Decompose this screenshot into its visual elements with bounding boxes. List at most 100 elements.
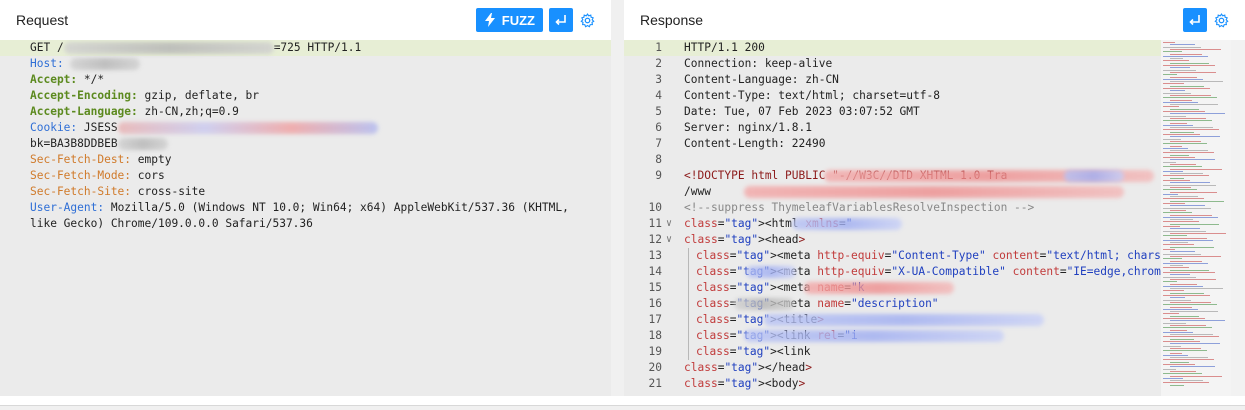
line-number: 5 xyxy=(655,105,662,118)
minimap-line xyxy=(1163,350,1207,352)
code-text: class="tag"><body> xyxy=(684,377,806,390)
minimap-line xyxy=(1163,55,1208,57)
minimap-line xyxy=(1163,281,1177,283)
minimap-line xyxy=(1163,101,1198,103)
header-value: like Gecko) Chrome/109.0.0.0 Safari/537.… xyxy=(30,217,313,230)
minimap-line xyxy=(1163,157,1195,158)
minimap-line xyxy=(1170,196,1198,198)
header-name: Accept: xyxy=(30,73,78,86)
minimap-line xyxy=(1170,246,1214,248)
enter-icon xyxy=(555,15,566,26)
minimap-line xyxy=(1170,347,1201,349)
request-actions: FUZZ xyxy=(475,8,595,32)
minimap-line xyxy=(1170,85,1204,87)
response-line: 16 class="tag"><meta name="description" xyxy=(624,296,1161,312)
minimap-line xyxy=(1163,106,1179,108)
line-number: 3 xyxy=(655,73,662,86)
minimap-line xyxy=(1170,384,1184,386)
minimap-line xyxy=(1170,278,1216,280)
minimap-line xyxy=(1170,370,1196,372)
minimap-line xyxy=(1163,235,1187,237)
redacted-region xyxy=(746,266,796,278)
line-number: 15 xyxy=(648,281,662,294)
line-number: 1 xyxy=(655,41,662,54)
code-text: class="tag"><link xyxy=(696,345,811,358)
minimap-line xyxy=(1163,359,1214,361)
minimap-line xyxy=(1170,311,1218,313)
minimap-line xyxy=(1163,304,1217,306)
response-line: 21 class="tag"><body> xyxy=(624,376,1161,392)
line-number: 13 xyxy=(648,249,662,262)
minimap-line xyxy=(1163,193,1178,195)
fuzz-label: FUZZ xyxy=(501,12,535,28)
minimap-line xyxy=(1163,180,1190,181)
minimap-line xyxy=(1170,58,1183,60)
indent-guide xyxy=(688,312,689,328)
fold-chevron-icon[interactable]: ∨ xyxy=(666,216,678,232)
code-text: Server: nginx/1.8.1 xyxy=(684,121,812,134)
response-line: 3 Content-Language: zh-CN xyxy=(624,72,1161,88)
request-editor[interactable]: GET / =725 HTTP/1.1 Host: Accept: */* Accep… xyxy=(0,40,611,396)
gear-icon xyxy=(579,12,595,28)
send-button[interactable] xyxy=(549,8,573,32)
line-number: 2 xyxy=(655,57,662,70)
minimap-line xyxy=(1170,320,1225,322)
minimap-line xyxy=(1170,301,1211,303)
minimap-line xyxy=(1163,83,1184,85)
response-editor[interactable]: 1 HTTP/1.1 200 2 Connection: keep-alive 3 Con… xyxy=(624,40,1245,396)
minimap-line xyxy=(1170,375,1222,377)
minimap-line xyxy=(1170,113,1225,115)
minimap-line xyxy=(1163,65,1215,66)
minimap-line xyxy=(1170,366,1215,368)
header-value: cors xyxy=(131,169,165,182)
minimap-line xyxy=(1170,94,1211,96)
line-number: 16 xyxy=(648,297,662,310)
response-line: 13 class="tag"><meta http-equiv="Content-… xyxy=(624,248,1235,264)
response-lines: 1 HTTP/1.1 200 2 Connection: keep-alive 3 Con… xyxy=(624,40,1235,392)
header-value: Mozilla/5.0 (Windows NT 10.0; Win64; x64… xyxy=(104,201,569,214)
request-settings-button[interactable] xyxy=(579,12,595,28)
minimap-line xyxy=(1170,343,1220,345)
minimap-line xyxy=(1170,117,1206,119)
minimap[interactable] xyxy=(1161,40,1231,396)
minimap-line xyxy=(1163,345,1181,347)
minimap-line xyxy=(1163,152,1214,154)
fuzz-button[interactable]: FUZZ xyxy=(475,8,543,32)
minimap-line xyxy=(1163,69,1196,71)
minimap-line xyxy=(1170,232,1226,234)
header-value: GET / xyxy=(30,41,64,54)
redacted-region xyxy=(70,58,141,70)
header-value: bk=BA3B8DDBEB xyxy=(30,137,118,150)
vertical-scrollbar[interactable] xyxy=(1231,40,1245,396)
minimap-line xyxy=(1163,51,1182,53)
minimap-line xyxy=(1170,53,1202,55)
minimap-line xyxy=(1163,377,1183,379)
minimap-line xyxy=(1163,88,1210,89)
pane-splitter[interactable] xyxy=(611,0,624,396)
minimap-line xyxy=(1163,285,1203,287)
minimap-line xyxy=(1170,292,1204,294)
response-line: 17class="tag"><title> xyxy=(624,312,1161,328)
minimap-line xyxy=(1163,276,1196,278)
minimap-line xyxy=(1170,361,1189,363)
header-value xyxy=(64,57,71,70)
code-text: class="tag"><meta http-equiv="Content-Ty… xyxy=(696,249,1235,262)
minimap-line xyxy=(1170,338,1194,340)
minimap-line xyxy=(1170,182,1210,184)
fold-chevron-icon[interactable]: ∨ xyxy=(666,232,678,248)
minimap-line xyxy=(1163,318,1205,319)
response-wrap-button[interactable] xyxy=(1183,8,1207,32)
code-text: Connection: keep-alive xyxy=(684,57,833,70)
minimap-line xyxy=(1163,230,1206,232)
minimap-line xyxy=(1163,212,1192,214)
minimap-line xyxy=(1170,48,1221,50)
minimap-line xyxy=(1170,260,1202,262)
minimap-line xyxy=(1163,147,1188,149)
response-line: 12 ∨ class="tag"><head> xyxy=(624,232,1161,248)
header-name: Host: xyxy=(30,57,64,70)
response-settings-button[interactable] xyxy=(1213,12,1229,28)
gear-icon xyxy=(1213,12,1229,28)
minimap-line xyxy=(1163,143,1207,145)
minimap-line xyxy=(1163,175,1209,177)
minimap-line xyxy=(1163,134,1200,135)
